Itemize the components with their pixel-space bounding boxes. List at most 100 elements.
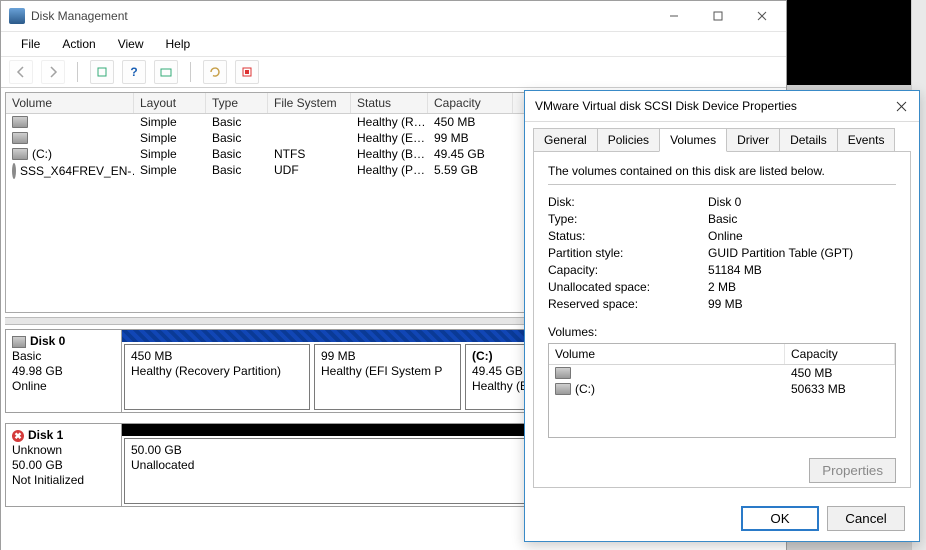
disk-info: Disk 0Basic49.98 GBOnline — [6, 330, 122, 412]
volumes-heading: Volumes: — [548, 325, 896, 339]
titlebar[interactable]: Disk Management — [1, 1, 786, 32]
toolbar-btn-2[interactable] — [154, 60, 178, 84]
toolbar-separator-2 — [190, 62, 191, 82]
col-capacity[interactable]: Capacity — [428, 93, 513, 113]
col-filesystem[interactable]: File System — [268, 93, 351, 113]
dialog-titlebar[interactable]: VMware Virtual disk SCSI Disk Device Pro… — [525, 91, 919, 122]
menu-action[interactable]: Action — [52, 35, 105, 53]
volume-capacity: 49.45 GB — [428, 146, 513, 162]
col-type[interactable]: Type — [206, 93, 268, 113]
disk-size: 50.00 GB — [12, 458, 115, 473]
lbl-disk: Disk: — [548, 195, 708, 209]
tab-content-volumes: The volumes contained on this disk are l… — [533, 151, 911, 488]
disk-title: Disk 0 — [30, 334, 65, 349]
volume-status: Healthy (P… — [351, 162, 428, 180]
properties-dialog: VMware Virtual disk SCSI Disk Device Pro… — [524, 90, 920, 542]
drive-icon — [12, 148, 28, 160]
tab-policies[interactable]: Policies — [597, 128, 660, 152]
drive-icon — [555, 367, 571, 379]
mini-col-volume[interactable]: Volume — [549, 344, 785, 364]
drive-icon — [12, 336, 26, 348]
list-item[interactable]: (C:)50633 MB — [549, 381, 895, 397]
toolbar-btn-3[interactable] — [235, 60, 259, 84]
disk-type: Unknown — [12, 443, 115, 458]
menu-view[interactable]: View — [108, 35, 154, 53]
disk-size: 49.98 GB — [12, 364, 115, 379]
mini-volume-table: Volume Capacity 450 MB(C:)50633 MB — [548, 343, 896, 438]
drive-icon — [555, 383, 571, 395]
volume-layout: Simple — [134, 146, 206, 162]
lbl-status: Status: — [548, 229, 708, 243]
drive-icon — [12, 116, 28, 128]
dialog-tabs: GeneralPoliciesVolumesDriverDetailsEvent… — [525, 122, 919, 152]
volume-name: (C:) — [32, 147, 52, 161]
tab-events[interactable]: Events — [837, 128, 896, 152]
volume-capacity: 5.59 GB — [428, 162, 513, 180]
list-item[interactable]: 450 MB — [549, 365, 895, 381]
dialog-title: VMware Virtual disk SCSI Disk Device Pro… — [535, 99, 797, 113]
col-status[interactable]: Status — [351, 93, 428, 113]
tab-general[interactable]: General — [533, 128, 598, 152]
back-button[interactable] — [9, 60, 33, 84]
partition[interactable]: 50.00 GBUnallocated — [124, 438, 573, 504]
volume-fs: NTFS — [268, 146, 351, 162]
disk-type: Basic — [12, 349, 115, 364]
partition[interactable]: 450 MBHealthy (Recovery Partition) — [124, 344, 310, 410]
toolbar-separator — [77, 62, 78, 82]
ok-button[interactable]: OK — [741, 506, 819, 531]
val-capacity: 51184 MB — [708, 263, 762, 277]
volume-status: Healthy (R… — [351, 114, 428, 130]
volume-fs: UDF — [268, 162, 351, 180]
disk-info: ✖ Disk 1Unknown50.00 GBNot Initialized — [6, 424, 122, 506]
partition-status: Unallocated — [131, 458, 566, 473]
refresh-button[interactable] — [203, 60, 227, 84]
mini-col-capacity[interactable]: Capacity — [785, 344, 895, 364]
volume-properties-button[interactable]: Properties — [809, 458, 896, 483]
mini-volume-table-header[interactable]: Volume Capacity — [549, 344, 895, 365]
mini-volume-name: (C:) — [575, 382, 595, 396]
tab-driver[interactable]: Driver — [726, 128, 780, 152]
disk-title: Disk 1 — [28, 428, 63, 443]
lbl-capacity: Capacity: — [548, 263, 708, 277]
minimize-button[interactable] — [652, 2, 696, 30]
toolbar: ? — [1, 57, 786, 88]
partition[interactable]: 99 MBHealthy (EFI System P — [314, 344, 461, 410]
lbl-reserved: Reserved space: — [548, 297, 708, 311]
val-disk: Disk 0 — [708, 195, 741, 209]
help-button[interactable]: ? — [122, 60, 146, 84]
close-button[interactable] — [740, 2, 784, 30]
desktop: Disk Management File Action View Help — [0, 0, 926, 550]
tab-volumes[interactable]: Volumes — [659, 128, 727, 152]
volume-status: Healthy (B… — [351, 146, 428, 162]
drive-icon — [12, 132, 28, 144]
col-layout[interactable]: Layout — [134, 93, 206, 113]
volume-layout: Simple — [134, 114, 206, 130]
lbl-pstyle: Partition style: — [548, 246, 708, 260]
tab-details[interactable]: Details — [779, 128, 838, 152]
error-icon: ✖ — [12, 430, 24, 442]
val-type: Basic — [708, 212, 737, 226]
volume-status: Healthy (E… — [351, 130, 428, 146]
volume-name: SSS_X64FREV_EN-… — [20, 164, 134, 178]
toolbar-btn-1[interactable] — [90, 60, 114, 84]
col-volume[interactable]: Volume — [6, 93, 134, 113]
menu-bar: File Action View Help — [1, 32, 786, 57]
maximize-button[interactable] — [696, 2, 740, 30]
disk-management-icon — [9, 8, 25, 24]
disk-state: Not Initialized — [12, 473, 115, 488]
dialog-close-button[interactable] — [889, 96, 913, 116]
menu-file[interactable]: File — [11, 35, 50, 53]
lbl-type: Type: — [548, 212, 708, 226]
window-title: Disk Management — [31, 9, 128, 23]
val-status: Online — [708, 229, 743, 243]
partition-size: 99 MB — [321, 349, 454, 364]
background-window — [786, 0, 926, 85]
volume-layout: Simple — [134, 130, 206, 146]
menu-help[interactable]: Help — [156, 35, 201, 53]
disk-state: Online — [12, 379, 115, 394]
cancel-button[interactable]: Cancel — [827, 506, 905, 531]
volume-fs — [268, 130, 351, 146]
partition-size: 450 MB — [131, 349, 303, 364]
forward-button[interactable] — [41, 60, 65, 84]
val-reserved: 99 MB — [708, 297, 743, 311]
